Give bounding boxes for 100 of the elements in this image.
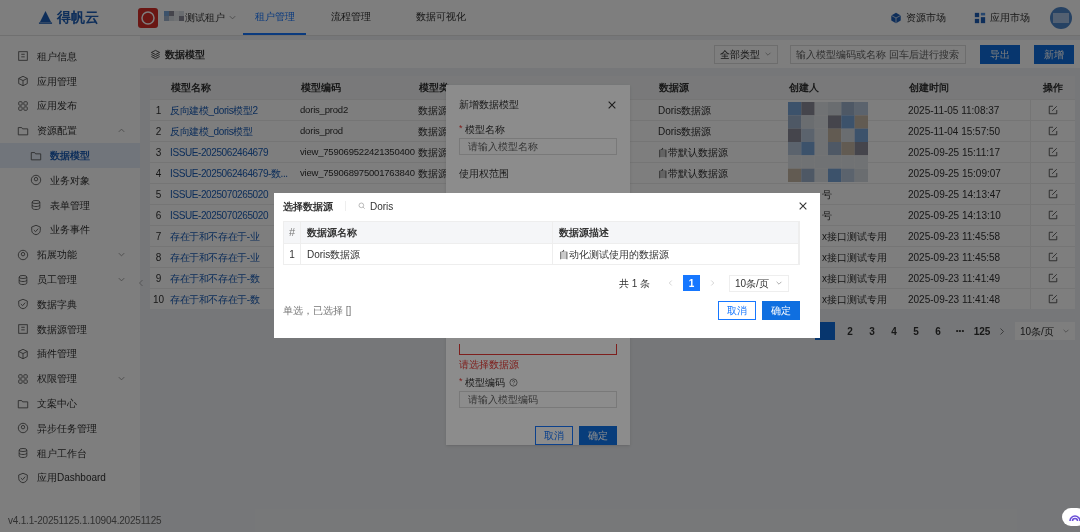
model-name-link[interactable]: 反向建模_doris模型2 bbox=[170, 102, 258, 118]
export-button[interactable]: 导出 bbox=[980, 44, 1020, 64]
model-name-link[interactable]: 存在于和不存在于-数 bbox=[170, 270, 260, 286]
model-name-field[interactable]: 请输入模型名称 bbox=[459, 138, 617, 155]
page-button[interactable]: 2 bbox=[839, 323, 861, 339]
menu-icon bbox=[17, 447, 29, 460]
sail-logo-icon bbox=[38, 10, 53, 25]
page-button[interactable]: 3 bbox=[861, 323, 883, 339]
type-select[interactable]: 全部类型 bbox=[714, 44, 778, 64]
edit-icon[interactable] bbox=[1048, 210, 1058, 220]
column-header[interactable]: 数据源名称 bbox=[307, 225, 357, 240]
sidebar-item[interactable]: 资源配置 bbox=[37, 123, 109, 139]
nav-tab[interactable]: 数据可视化 bbox=[396, 0, 486, 35]
tenant-logo-icon bbox=[138, 7, 158, 28]
tenant-name[interactable]: 测试租户 bbox=[185, 10, 225, 25]
page-size-select[interactable]: 10条/页 bbox=[1015, 322, 1075, 340]
sidebar-item[interactable]: 租户工作台 bbox=[37, 445, 126, 461]
model-name-link[interactable]: 反向建模_doris模型 bbox=[170, 123, 253, 139]
menu-icon bbox=[17, 75, 29, 88]
sidebar-item[interactable]: 文案中心 bbox=[37, 396, 126, 412]
search-field[interactable]: Doris bbox=[356, 198, 396, 214]
column-header[interactable]: 模型编码 bbox=[301, 80, 341, 95]
edit-icon[interactable] bbox=[1048, 231, 1058, 241]
layers-icon bbox=[150, 48, 161, 60]
model-code-field[interactable]: 请输入模型编码 bbox=[459, 391, 617, 408]
table-cell-text: 2025-09-25 14:13:10 bbox=[908, 208, 1001, 223]
help-icon[interactable] bbox=[508, 377, 518, 387]
cube-icon[interactable] bbox=[890, 11, 902, 24]
model-name-link[interactable]: 存在于和不存在于-业 bbox=[170, 228, 260, 244]
field-label: 模型编码 bbox=[464, 375, 505, 390]
column-header[interactable]: 模型名称 bbox=[171, 80, 211, 95]
sidebar-item[interactable]: 数据字典 bbox=[37, 296, 126, 312]
avatar[interactable] bbox=[1050, 6, 1072, 29]
edit-icon[interactable] bbox=[1048, 252, 1058, 262]
model-name-link[interactable]: 存在于和不存在于-数 bbox=[170, 291, 260, 307]
model-name-link[interactable]: 存在于和不存在于-业 bbox=[170, 249, 260, 265]
table-cell-text: 9 bbox=[155, 271, 162, 286]
table-cell-text: x接口测试专用 bbox=[822, 250, 887, 265]
top-link[interactable]: 应用市场 bbox=[990, 10, 1030, 25]
model-name-link[interactable]: ISSUE-2025062464679-数... bbox=[170, 165, 288, 181]
model-name-link[interactable]: ISSUE-2025062464679 bbox=[170, 144, 269, 160]
grid-icon[interactable] bbox=[974, 11, 986, 24]
top-link[interactable]: 资源市场 bbox=[906, 10, 946, 25]
table-cell-text: x接口测试专用 bbox=[822, 271, 887, 286]
table-cell-text: 2025-09-23 11:41:48 bbox=[908, 292, 1001, 307]
menu-icon bbox=[17, 397, 29, 410]
table-cell-text: 6 bbox=[155, 208, 162, 223]
close-icon[interactable] bbox=[798, 201, 808, 211]
sidebar-subitem[interactable]: 表单管理 bbox=[0, 192, 140, 218]
sidebar-item[interactable]: 数据源管理 bbox=[37, 321, 126, 337]
page-button[interactable]: 5 bbox=[905, 323, 927, 339]
sidebar-subitem[interactable]: 业务对象 bbox=[0, 168, 140, 193]
sidebar-subitem[interactable]: 业务事件 bbox=[0, 217, 140, 243]
edit-icon[interactable] bbox=[1048, 126, 1058, 136]
nav-tab[interactable]: 租户管理 bbox=[243, 0, 306, 35]
edit-icon[interactable] bbox=[1048, 147, 1058, 157]
sidebar-item[interactable]: 异步任务管理 bbox=[37, 420, 126, 436]
page-button[interactable]: 6 bbox=[927, 323, 949, 339]
page-button[interactable]: 1 bbox=[683, 275, 700, 291]
sidebar-item[interactable]: 应用发布 bbox=[37, 98, 126, 114]
column-header[interactable]: 创建人 bbox=[789, 80, 819, 95]
edit-icon[interactable] bbox=[1048, 189, 1058, 199]
page-size-select[interactable]: 10条/页 bbox=[729, 274, 789, 292]
page-button[interactable]: 125 bbox=[971, 323, 993, 339]
search-field[interactable]: 输入模型编码或名称 回车后进行搜索 bbox=[790, 44, 966, 64]
data-source-field[interactable] bbox=[459, 343, 617, 356]
column-header[interactable]: 操作 bbox=[1042, 80, 1063, 95]
close-icon[interactable] bbox=[607, 99, 617, 110]
table-cell-text: doris_prod2 bbox=[300, 102, 348, 117]
sidebar-item[interactable]: 应用管理 bbox=[37, 73, 126, 89]
field-label: 模型名称 bbox=[464, 122, 505, 137]
add-button[interactable]: 新增 bbox=[1034, 44, 1074, 64]
assistant-icon[interactable] bbox=[1062, 508, 1080, 526]
edit-icon[interactable] bbox=[1048, 105, 1058, 115]
column-header[interactable]: 数据源 bbox=[659, 80, 689, 95]
sidebar-subitem[interactable]: 数据模型 bbox=[0, 143, 140, 168]
edit-icon[interactable] bbox=[1048, 273, 1058, 283]
page-button[interactable]: 4 bbox=[883, 323, 905, 339]
sidebar-item[interactable]: 租户信息 bbox=[37, 48, 126, 64]
cancel-button[interactable]: 取消 bbox=[535, 426, 573, 445]
table-cell-text: 号 bbox=[822, 187, 832, 202]
sidebar-item[interactable]: 权限管理 bbox=[37, 371, 109, 387]
model-name-link[interactable]: ISSUE-2025070265020 bbox=[170, 207, 269, 223]
confirm-button[interactable]: 确定 bbox=[579, 426, 617, 445]
sidebar-item[interactable]: 应用Dashboard bbox=[37, 470, 126, 486]
column-header[interactable]: 创建时间 bbox=[909, 80, 949, 95]
sidebar-item[interactable]: 拓展功能 bbox=[37, 247, 109, 263]
sidebar-item[interactable]: 插件管理 bbox=[37, 346, 126, 362]
table-cell-text: 1 bbox=[155, 103, 162, 118]
model-name-link[interactable]: ISSUE-2025070265020 bbox=[170, 186, 269, 202]
edit-icon[interactable] bbox=[1048, 168, 1058, 178]
cancel-button[interactable]: 取消 bbox=[718, 301, 756, 320]
sidebar-item[interactable]: 员工管理 bbox=[37, 272, 109, 288]
column-header[interactable]: 数据源描述 bbox=[559, 225, 609, 240]
confirm-button[interactable]: 确定 bbox=[762, 301, 800, 320]
next-page-icon[interactable] bbox=[999, 326, 1005, 336]
edit-icon[interactable] bbox=[1048, 294, 1058, 304]
table-cell-text: 4 bbox=[155, 166, 162, 181]
ellipsis-text: ••• bbox=[954, 325, 966, 337]
nav-tab[interactable]: 流程管理 bbox=[306, 0, 396, 35]
